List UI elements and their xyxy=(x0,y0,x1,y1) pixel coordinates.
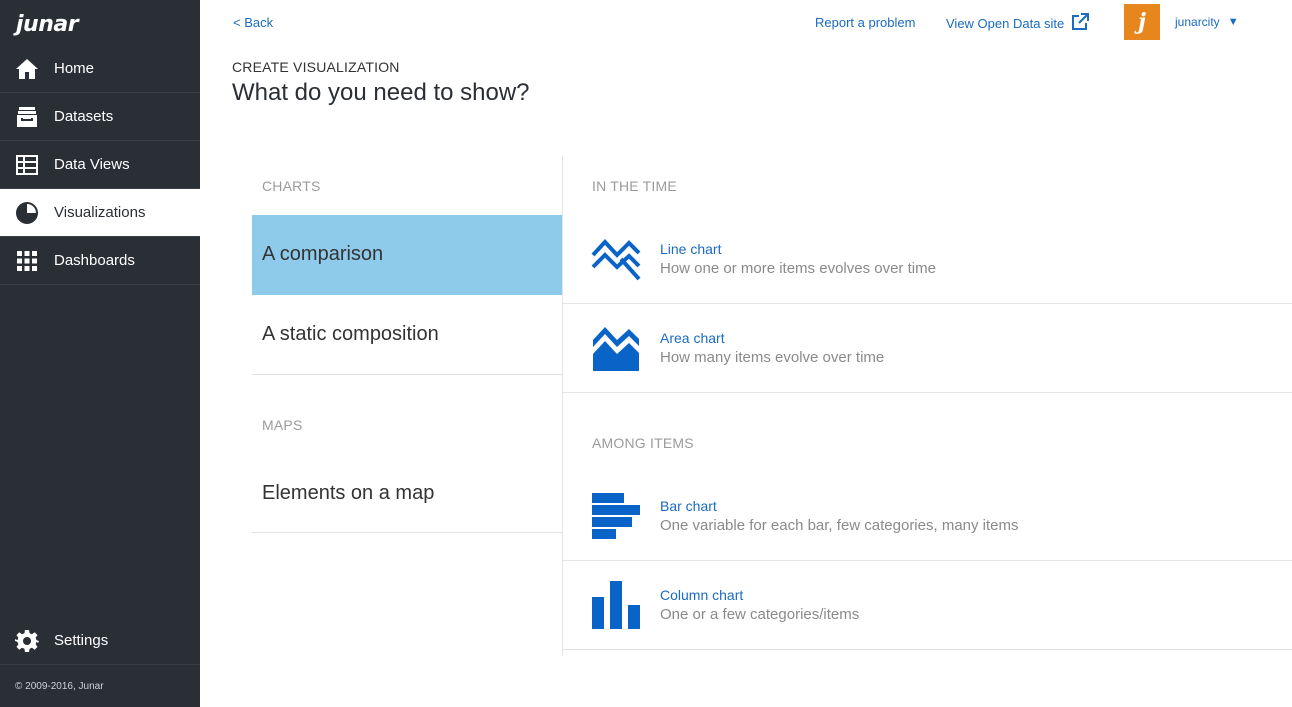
in-the-time-label: IN THE TIME xyxy=(592,178,677,194)
avatar-letter: j xyxy=(1138,9,1146,35)
home-icon xyxy=(14,56,40,82)
gear-icon xyxy=(14,628,40,654)
report-problem-link[interactable]: Report a problem xyxy=(815,15,915,30)
back-link[interactable]: < Back xyxy=(233,15,273,30)
line-chart-option[interactable]: Line chart How one or more items evolves… xyxy=(563,215,1292,304)
sidebar-item-label: Datasets xyxy=(54,108,114,125)
pie-chart-icon xyxy=(14,200,40,226)
view-site-label: View Open Data site xyxy=(946,16,1065,31)
bar-chart-title: Bar chart xyxy=(660,498,717,514)
page-subtitle: CREATE VISUALIZATION xyxy=(232,59,400,75)
line-chart-text: Line chart How one or more items evolves… xyxy=(660,241,936,277)
area-chart-text: Area chart How many items evolve over ti… xyxy=(660,330,884,366)
area-chart-desc: How many items evolve over time xyxy=(660,349,885,366)
sidebar-item-data-views[interactable]: Data Views xyxy=(0,141,200,189)
area-chart-icon xyxy=(591,323,641,373)
bar-chart-text: Bar chart One variable for each bar, few… xyxy=(660,498,1019,534)
junar-logo[interactable]: junar xyxy=(16,6,79,42)
table-icon xyxy=(14,152,40,178)
area-chart-option[interactable]: Area chart How many items evolve over ti… xyxy=(563,304,1292,393)
category-elements-on-a-map[interactable]: Elements on a map xyxy=(252,455,562,533)
sidebar-item-label: Home xyxy=(54,60,95,77)
avatar[interactable]: j xyxy=(1124,4,1160,40)
sidebar: junar Home Datasets Data Views Visualiza… xyxy=(0,0,200,707)
column-chart-title: Column chart xyxy=(660,587,744,603)
category-a-comparison[interactable]: A comparison xyxy=(252,215,562,295)
line-chart-title: Line chart xyxy=(660,241,722,257)
sidebar-item-home[interactable]: Home xyxy=(0,45,200,93)
username: junarcity xyxy=(1175,15,1220,29)
bar-chart-icon xyxy=(591,491,641,541)
logo-text: junar xyxy=(16,11,79,37)
line-chart-desc: How one or more items evolves over time xyxy=(660,260,936,277)
sidebar-item-label: Data Views xyxy=(54,156,130,173)
sidebar-item-visualizations[interactable]: Visualizations xyxy=(0,189,200,237)
sidebar-nav: Home Datasets Data Views Visualizations … xyxy=(0,45,200,285)
caret-down-icon: ▼ xyxy=(1227,16,1239,28)
sidebar-item-settings[interactable]: Settings xyxy=(0,617,200,665)
maps-section-label: MAPS xyxy=(262,417,303,433)
line-chart-icon xyxy=(591,234,641,284)
among-items-label: AMONG ITEMS xyxy=(592,435,694,451)
sidebar-item-datasets[interactable]: Datasets xyxy=(0,93,200,141)
sidebar-item-dashboards[interactable]: Dashboards xyxy=(0,237,200,285)
sidebar-item-label: Visualizations xyxy=(54,204,146,221)
external-link-icon xyxy=(1064,13,1090,34)
charts-section-label: CHARTS xyxy=(262,178,321,194)
category-a-static-composition[interactable]: A static composition xyxy=(252,295,562,375)
bar-chart-desc: One variable for each bar, few categorie… xyxy=(660,517,1019,534)
bar-chart-option[interactable]: Bar chart One variable for each bar, few… xyxy=(563,472,1292,561)
datasets-icon xyxy=(14,104,40,130)
settings-label: Settings xyxy=(54,632,109,649)
category-list: CHARTS A comparison A static composition… xyxy=(252,156,562,533)
area-chart-title: Area chart xyxy=(660,330,725,346)
column-chart-desc: One or a few categories/items xyxy=(660,606,860,623)
column-chart-text: Column chart One or a few categories/ite… xyxy=(660,587,859,623)
copyright-text: © 2009-2016, Junar xyxy=(15,681,104,692)
sidebar-item-label: Dashboards xyxy=(54,252,135,269)
column-chart-option[interactable]: Column chart One or a few categories/ite… xyxy=(563,561,1292,650)
grid-icon xyxy=(14,248,40,274)
view-open-data-site-link[interactable]: View Open Data site xyxy=(946,13,1090,34)
chart-options: IN THE TIME Line chart How one or more i… xyxy=(563,156,1292,650)
page-title: What do you need to show? xyxy=(232,79,530,106)
column-chart-icon xyxy=(591,580,641,630)
user-menu[interactable]: junarcity ▼ xyxy=(1175,15,1239,29)
